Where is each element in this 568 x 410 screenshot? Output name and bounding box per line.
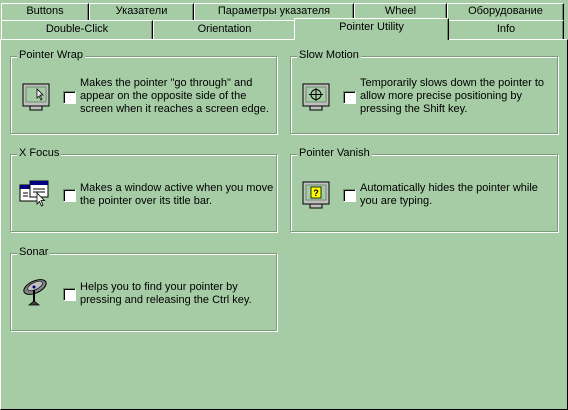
sonar-icon <box>20 276 52 308</box>
sonar-checkbox[interactable] <box>63 288 76 301</box>
slow-motion-checkbox[interactable] <box>343 91 356 104</box>
pointer-vanish-description: Automatically hides the pointer while yo… <box>360 182 538 207</box>
slow-motion-group: Slow Motion Temporarily slows down the p… <box>290 49 558 134</box>
tab-info[interactable]: Info <box>448 20 564 39</box>
pointer-wrap-icon <box>21 81 53 113</box>
sonar-title: Sonar <box>17 246 51 258</box>
tab-orientation[interactable]: Orientation <box>153 20 296 39</box>
pointer-vanish-icon: ? <box>301 179 333 211</box>
x-focus-checkbox[interactable] <box>63 189 76 202</box>
slow-motion-description: Temporarily slows down the pointer to al… <box>360 77 545 115</box>
pointer-vanish-title: Pointer Vanish <box>297 147 372 159</box>
tab-buttons[interactable]: Buttons <box>1 3 89 20</box>
tab-double-click[interactable]: Double-Click <box>1 20 153 39</box>
pointer-utility-panel: Pointer Wrap Makes the pointer "go throu… <box>0 39 568 410</box>
x-focus-icon <box>19 179 51 211</box>
sonar-description: Helps you to find your pointer by pressi… <box>80 281 252 306</box>
pointer-wrap-checkbox[interactable] <box>63 91 76 104</box>
slow-motion-icon <box>301 81 333 113</box>
pointer-vanish-group: Pointer Vanish ? Automatically hides the… <box>290 147 558 232</box>
svg-text:?: ? <box>313 188 319 198</box>
x-focus-description: Makes a window active when you move the … <box>80 182 274 207</box>
pointer-wrap-group: Pointer Wrap Makes the pointer "go throu… <box>10 49 277 134</box>
pointer-wrap-description: Makes the pointer "go through" and appea… <box>80 77 269 115</box>
pointer-vanish-checkbox[interactable] <box>343 189 356 202</box>
tab-pointers[interactable]: Указатели <box>89 3 194 20</box>
tab-pointer-utility[interactable]: Pointer Utility <box>294 18 449 40</box>
tab-hardware[interactable]: Оборудование <box>447 3 564 20</box>
x-focus-title: X Focus <box>17 147 62 159</box>
pointer-wrap-title: Pointer Wrap <box>17 49 85 61</box>
slow-motion-title: Slow Motion <box>297 49 361 61</box>
x-focus-group: X Focus Makes a window active when you m… <box>10 147 277 232</box>
sonar-group: Sonar Helps you to find your pointer by … <box>10 246 277 331</box>
